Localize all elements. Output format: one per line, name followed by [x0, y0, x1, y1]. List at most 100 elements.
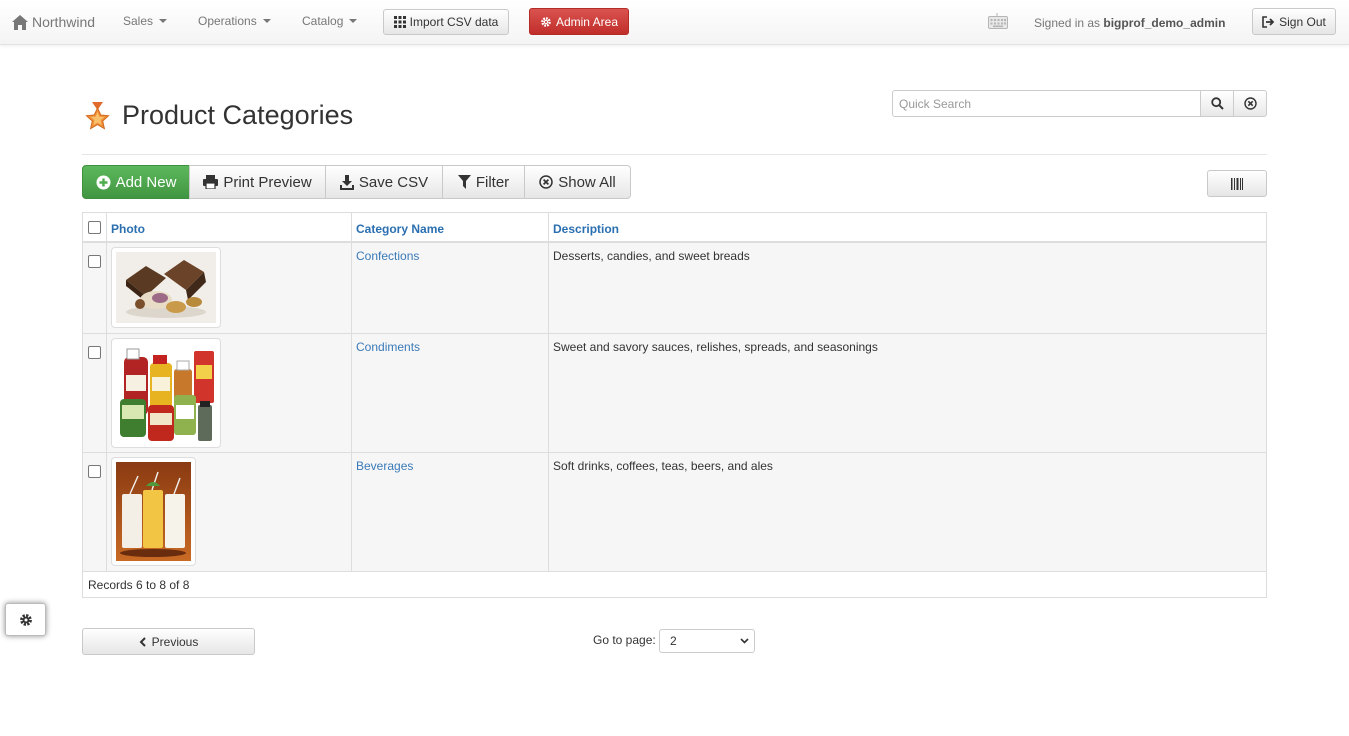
description-text: Desserts, candies, and sweet breads [553, 249, 750, 263]
top-navbar: Northwind Sales Operations Catalog Impor… [0, 0, 1349, 45]
column-header-category-name[interactable]: Category Name [352, 213, 549, 241]
search-icon [1210, 97, 1224, 110]
row-checkbox[interactable] [88, 346, 101, 359]
import-csv-label: Import CSV data [409, 15, 499, 29]
previous-label: Previous [151, 634, 199, 649]
sign-out-button[interactable]: Sign Out [1252, 8, 1336, 35]
photo-thumbnail[interactable] [111, 457, 196, 566]
admin-area-label: Admin Area [555, 14, 619, 29]
print-icon [203, 175, 219, 189]
search-button[interactable] [1201, 90, 1234, 117]
plus-circle-icon [96, 175, 111, 189]
chevron-left-icon [139, 636, 146, 647]
records-count: Records 6 to 8 of 8 [83, 572, 1266, 597]
settings-button[interactable] [5, 603, 46, 636]
column-header-photo[interactable]: Photo [107, 213, 352, 241]
clear-search-button[interactable] [1234, 90, 1267, 117]
select-all-checkbox[interactable] [88, 221, 101, 234]
table-row: Condiments Sweet and savory sauces, reli… [83, 334, 1266, 453]
description-text: Soft drinks, coffees, teas, beers, and a… [553, 459, 773, 473]
menu-catalog[interactable]: Catalog [302, 14, 358, 28]
brand-label: Northwind [32, 14, 96, 30]
quick-search [892, 90, 1267, 117]
photo-cell [107, 243, 352, 333]
barcode-icon [1231, 177, 1243, 190]
chevron-down-icon [740, 638, 749, 644]
description-text: Sweet and savory sauces, relishes, sprea… [553, 340, 878, 354]
columns-button[interactable] [1207, 170, 1267, 197]
goto-page-value: 2 [670, 634, 677, 648]
row-select-cell [83, 243, 107, 333]
confections-photo [116, 252, 216, 323]
print-preview-button[interactable]: Print Preview [189, 165, 326, 199]
category-cell: Beverages [352, 453, 549, 571]
header-divider [82, 154, 1267, 155]
column-header-description[interactable]: Description [549, 213, 1266, 241]
caret-down-icon [159, 19, 168, 23]
photo-cell [107, 334, 352, 452]
add-new-button[interactable]: Add New [82, 165, 190, 199]
download-icon [339, 174, 354, 190]
brand-link[interactable]: Northwind [12, 12, 95, 32]
show-all-button[interactable]: Show All [524, 165, 631, 199]
grid-icon [393, 16, 406, 28]
filter-label: Filter [475, 173, 510, 191]
row-checkbox[interactable] [88, 465, 101, 478]
import-csv-button[interactable]: Import CSV data [383, 9, 509, 35]
goto-page-label: Go to page: [593, 633, 656, 647]
menu-sales[interactable]: Sales [123, 14, 168, 28]
caret-down-icon [262, 19, 271, 23]
photo-thumbnail[interactable] [111, 247, 221, 328]
add-new-label: Add New [115, 173, 177, 191]
print-preview-label: Print Preview [223, 173, 312, 191]
clear-circle-icon [539, 175, 553, 189]
description-cell: Soft drinks, coffees, teas, beers, and a… [549, 453, 1266, 571]
menu-operations-label: Operations [198, 14, 257, 28]
menu-sales-label: Sales [123, 14, 154, 28]
filter-icon [457, 175, 471, 189]
username: bigprof_demo_admin [1103, 16, 1226, 30]
table-header-row: Photo Category Name Description [83, 213, 1266, 243]
show-all-label: Show All [558, 173, 616, 191]
filter-button[interactable]: Filter [442, 165, 525, 199]
signed-in-prefix: Signed in as [1034, 16, 1101, 30]
home-icon [12, 14, 28, 30]
row-select-cell [83, 453, 107, 571]
action-toolbar: Add New Print Preview Save CSV Filter Sh… [82, 165, 631, 199]
category-cell: Condiments [352, 334, 549, 452]
photo-cell [107, 453, 352, 571]
category-link[interactable]: Condiments [356, 340, 544, 354]
save-csv-button[interactable]: Save CSV [325, 165, 443, 199]
signed-in-text: Signed in as bigprof_demo_admin [1034, 16, 1225, 30]
cog-icon [541, 16, 551, 27]
row-checkbox[interactable] [88, 255, 101, 268]
description-cell: Sweet and savory sauces, relishes, sprea… [549, 334, 1266, 452]
award-star-icon [85, 102, 110, 130]
caret-down-icon [349, 19, 358, 23]
table-row: Confections Desserts, candies, and sweet… [83, 243, 1266, 334]
beverages-photo [116, 462, 191, 561]
category-link[interactable]: Beverages [356, 459, 544, 473]
goto-page-select[interactable]: 2 [659, 629, 755, 653]
previous-page-button[interactable]: Previous [82, 628, 255, 655]
row-select-cell [83, 334, 107, 452]
table-row: Beverages Soft drinks, coffees, teas, be… [83, 453, 1266, 572]
categories-table: Photo Category Name Description Confecti… [82, 212, 1267, 598]
menu-catalog-label: Catalog [302, 14, 344, 28]
gear-icon [19, 613, 32, 626]
category-link[interactable]: Confections [356, 249, 544, 263]
search-input[interactable] [892, 90, 1201, 117]
sign-out-icon [1262, 15, 1275, 28]
menu-operations[interactable]: Operations [198, 14, 271, 28]
category-cell: Confections [352, 243, 549, 333]
save-csv-label: Save CSV [358, 173, 429, 191]
page-title: Product Categories [122, 100, 354, 130]
clear-circle-icon [1243, 97, 1257, 110]
admin-area-button[interactable]: Admin Area [529, 8, 629, 35]
description-cell: Desserts, candies, and sweet breads [549, 243, 1266, 333]
keyboard-icon[interactable] [988, 13, 1008, 29]
condiments-photo [116, 343, 216, 443]
sign-out-label: Sign Out [1279, 14, 1326, 29]
photo-thumbnail[interactable] [111, 338, 221, 448]
select-all-cell [83, 213, 107, 241]
